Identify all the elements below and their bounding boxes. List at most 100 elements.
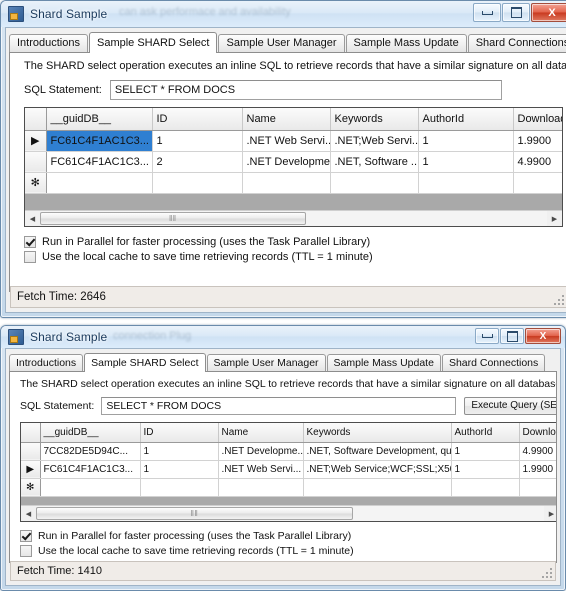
row-selector[interactable]: ▶ xyxy=(21,460,41,479)
table-row[interactable]: ▶ FC61C4F1AC1C3... 1 .NET Web Servi... .… xyxy=(21,460,556,479)
sql-statement-input[interactable] xyxy=(109,80,502,100)
cell-name[interactable]: .NET Developme... xyxy=(218,442,304,461)
cell-keywords[interactable] xyxy=(330,172,419,194)
scrollbar-thumb[interactable]: ‖‖ xyxy=(40,212,306,225)
cell-name[interactable] xyxy=(218,478,304,497)
cell-id[interactable]: 1 xyxy=(140,442,219,461)
row-selector[interactable] xyxy=(25,151,47,173)
shard-sample-window-2[interactable]: Shard Sample connection Plug X Introduct… xyxy=(0,325,566,591)
minimize-button[interactable] xyxy=(475,328,499,344)
cell-guiddb[interactable]: FC61C4F1AC1C3... xyxy=(40,460,141,479)
table-row[interactable]: FC61C4F1AC1C3... 2 .NET Developme... .NE… xyxy=(25,151,562,173)
tab-sample-mass-update[interactable]: Sample Mass Update xyxy=(326,354,441,371)
cell-authorid[interactable]: 1 xyxy=(418,151,514,173)
scroll-right-arrow-icon[interactable]: ▶ xyxy=(547,211,562,226)
cell-keywords[interactable]: .NET, Software Development, questi... xyxy=(303,442,452,461)
column-header-authorid[interactable]: AuthorId xyxy=(451,423,520,443)
cell-downloadprice[interactable]: 1.9900 xyxy=(519,460,556,479)
column-header-downloadprice[interactable]: DownloadPrice xyxy=(519,423,556,443)
tab-shard-connections[interactable]: Shard Connections xyxy=(467,34,566,52)
column-header-id[interactable]: ID xyxy=(140,423,219,443)
option-run-in-parallel[interactable]: Run in Parallel for faster processing (u… xyxy=(20,530,556,542)
tab-sample-user-manager[interactable]: Sample User Manager xyxy=(206,354,326,371)
checkbox-run-in-parallel[interactable] xyxy=(20,530,32,542)
shard-sample-window-1[interactable]: Shard Sample can ask performace and avai… xyxy=(0,0,566,318)
scrollbar-thumb[interactable]: ‖‖ xyxy=(36,507,353,520)
checkbox-run-in-parallel[interactable] xyxy=(24,236,36,248)
resize-grip-icon[interactable] xyxy=(553,294,564,305)
row-selector[interactable]: ▶ xyxy=(25,130,47,152)
cell-id[interactable]: 1 xyxy=(140,460,219,479)
tab-sample-shard-select[interactable]: Sample SHARD Select xyxy=(84,353,206,372)
tab-introductions[interactable]: Introductions xyxy=(9,34,88,52)
table-row[interactable]: 7CC82DE5D94C... 1 .NET Developme... .NET… xyxy=(21,442,556,461)
cell-authorid[interactable]: 1 xyxy=(451,442,520,461)
table-row[interactable]: ▶ FC61C4F1AC1C3... 1 .NET Web Servi... .… xyxy=(25,130,562,152)
option-run-in-parallel[interactable]: Run in Parallel for faster processing (u… xyxy=(24,236,566,248)
cell-guiddb[interactable]: FC61C4F1AC1C3... xyxy=(46,130,153,152)
tab-sample-mass-update[interactable]: Sample Mass Update xyxy=(345,34,467,52)
tab-introductions[interactable]: Introductions xyxy=(9,354,84,371)
grid-horizontal-scrollbar[interactable]: ◀ ‖‖ ▶ xyxy=(21,505,556,521)
column-header-name[interactable]: Name xyxy=(242,108,331,131)
minimize-button[interactable] xyxy=(473,3,501,22)
column-header-name[interactable]: Name xyxy=(218,423,304,443)
table-new-row[interactable]: ✻ xyxy=(25,172,562,194)
cell-keywords[interactable]: .NET, Software ... xyxy=(330,151,419,173)
cell-authorid[interactable]: 1 xyxy=(418,130,514,152)
cell-downloadprice[interactable] xyxy=(513,172,562,194)
window-2-titlebar[interactable]: Shard Sample connection Plug X xyxy=(1,326,565,348)
cell-id[interactable]: 2 xyxy=(152,151,243,173)
column-header-downloadprice[interactable]: DownloadPrice xyxy=(513,108,562,131)
grid-horizontal-scrollbar[interactable]: ◀ ‖‖ ▶ xyxy=(25,210,562,226)
option-use-local-cache[interactable]: Use the local cache to save time retriev… xyxy=(24,251,566,263)
table-new-row[interactable]: ✻ xyxy=(21,478,556,497)
scroll-right-arrow-icon[interactable]: ▶ xyxy=(544,506,556,521)
row-header-corner[interactable] xyxy=(21,423,41,443)
column-header-keywords[interactable]: Keywords xyxy=(303,423,452,443)
column-header-authorid[interactable]: AuthorId xyxy=(418,108,514,131)
window-1-titlebar[interactable]: Shard Sample can ask performace and avai… xyxy=(1,1,566,27)
tab-shard-connections[interactable]: Shard Connections xyxy=(441,354,546,371)
close-button[interactable]: X xyxy=(531,3,566,22)
cell-name[interactable]: .NET Developme... xyxy=(242,151,331,173)
checkbox-use-local-cache[interactable] xyxy=(24,251,36,263)
new-row-asterisk-icon[interactable]: ✻ xyxy=(21,478,41,497)
tab-sample-user-manager[interactable]: Sample User Manager xyxy=(218,34,345,52)
row-header-corner[interactable] xyxy=(25,108,47,131)
window-1-controls[interactable]: X xyxy=(473,3,566,22)
cell-keywords[interactable]: .NET;Web Servi... xyxy=(330,130,419,152)
column-header-guiddb[interactable]: __guidDB__ xyxy=(46,108,153,131)
resize-grip-icon[interactable] xyxy=(541,567,552,578)
window-2-results-grid[interactable]: __guidDB__ ID Name Keywords AuthorId Dow… xyxy=(20,422,556,522)
checkbox-use-local-cache[interactable] xyxy=(20,545,32,557)
cell-authorid[interactable] xyxy=(418,172,514,194)
scroll-left-arrow-icon[interactable]: ◀ xyxy=(25,211,40,226)
scrollbar-track[interactable]: ‖‖ xyxy=(40,211,547,226)
cell-guiddb[interactable] xyxy=(40,478,141,497)
cell-name[interactable] xyxy=(242,172,331,194)
column-header-guiddb[interactable]: __guidDB__ xyxy=(40,423,141,443)
cell-id[interactable] xyxy=(140,478,219,497)
new-row-asterisk-icon[interactable]: ✻ xyxy=(25,172,47,194)
window-2-tabstrip[interactable]: Introductions Sample SHARD Select Sample… xyxy=(9,352,557,372)
cell-guiddb[interactable]: FC61C4F1AC1C3... xyxy=(46,151,153,173)
scrollbar-track[interactable]: ‖‖ xyxy=(36,506,544,521)
window-1-results-grid[interactable]: __guidDB__ ID Name Keywords AuthorId Dow… xyxy=(24,107,563,227)
cell-authorid[interactable]: 1 xyxy=(451,460,520,479)
execute-query-button[interactable]: Execute Query (SELECT xyxy=(464,397,556,415)
cell-authorid[interactable] xyxy=(451,478,520,497)
tab-sample-shard-select[interactable]: Sample SHARD Select xyxy=(88,32,218,53)
maximize-button[interactable] xyxy=(502,3,530,22)
cell-downloadprice[interactable] xyxy=(519,478,556,497)
cell-id[interactable]: 1 xyxy=(152,130,243,152)
sql-statement-input[interactable] xyxy=(101,397,457,415)
column-header-id[interactable]: ID xyxy=(152,108,243,131)
cell-guiddb[interactable]: 7CC82DE5D94C... xyxy=(40,442,141,461)
cell-name[interactable]: .NET Web Servi... xyxy=(242,130,331,152)
cell-keywords[interactable]: .NET;Web Service;WCF;SSL;X509;... xyxy=(303,460,452,479)
maximize-button[interactable] xyxy=(500,328,524,344)
column-header-keywords[interactable]: Keywords xyxy=(330,108,419,131)
cell-downloadprice[interactable]: 4.9900 xyxy=(513,151,562,173)
option-use-local-cache[interactable]: Use the local cache to save time retriev… xyxy=(20,545,556,557)
